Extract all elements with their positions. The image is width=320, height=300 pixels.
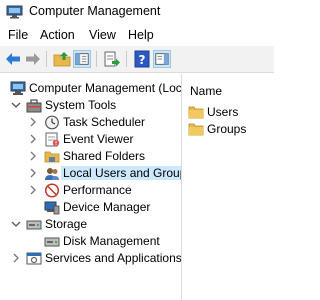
tree-item-storage[interactable]: Storage: [0, 216, 181, 233]
tree-item-label: System Tools: [45, 98, 117, 112]
disk-management-icon: [44, 237, 60, 247]
up-folder-icon[interactable]: [53, 50, 71, 68]
tree-item-computer-management[interactable]: Computer Management (Local: [0, 80, 181, 97]
tree-item-label: Performance: [63, 183, 132, 197]
column-header-name[interactable]: Name: [190, 84, 222, 98]
tree-item-label: Event Viewer: [63, 132, 134, 146]
tree-item-event-viewer[interactable]: ! Event Viewer: [0, 131, 181, 148]
users-icon: [45, 168, 59, 180]
menu-file[interactable]: File: [8, 28, 28, 42]
shared-folder-icon: [44, 151, 60, 163]
tree-item-performance[interactable]: Performance: [0, 182, 181, 199]
tree-item-label: Services and Applications: [45, 251, 182, 265]
window-title: Computer Management: [29, 4, 161, 18]
tree-item-label: Shared Folders: [63, 149, 146, 163]
menu-bar: File Action View Help: [0, 26, 274, 46]
back-icon[interactable]: [4, 50, 22, 68]
toolbar-separator: [126, 51, 127, 67]
list-item-label: Users: [207, 105, 239, 119]
computer-management-icon: [10, 81, 26, 95]
tree-item-label: Local Users and Groups: [61, 166, 181, 180]
list-item-label: Groups: [207, 122, 247, 136]
svg-text:!: !: [55, 141, 57, 147]
toolbar-separator: [96, 51, 97, 67]
tree-item-services-and-applications[interactable]: Services and Applications: [0, 250, 181, 267]
tree-item-local-users-and-groups[interactable]: Local Users and Groups: [0, 165, 181, 182]
tree-item-label: Device Manager: [63, 200, 151, 214]
chevron-right-icon[interactable]: [28, 168, 38, 178]
tree-item-task-scheduler[interactable]: Task Scheduler: [0, 114, 181, 131]
content-pane: Name Users Groups: [182, 74, 274, 300]
folder-icon: [188, 123, 204, 136]
chevron-down-icon[interactable]: [11, 219, 21, 229]
tree-item-device-manager[interactable]: Device Manager: [0, 199, 181, 216]
menu-action[interactable]: Action: [40, 28, 75, 42]
menu-help[interactable]: Help: [128, 28, 154, 42]
export-list-icon[interactable]: [103, 50, 121, 68]
navigation-tree: Computer Management (Local System Tools …: [0, 74, 182, 300]
help-icon[interactable]: ?: [133, 50, 151, 68]
action-pane-icon[interactable]: [153, 50, 171, 68]
tree-item-shared-folders[interactable]: Shared Folders: [0, 148, 181, 165]
storage-icon: [26, 220, 42, 230]
services-icon: [26, 252, 42, 265]
toolbar: ?: [0, 46, 274, 73]
tree-item-disk-management[interactable]: Disk Management: [0, 233, 181, 250]
chevron-right-icon[interactable]: [28, 185, 38, 195]
title-bar: Computer Management: [0, 0, 274, 26]
chevron-right-icon[interactable]: [28, 134, 38, 144]
chevron-right-icon[interactable]: [28, 117, 38, 127]
clock-icon: [45, 115, 59, 130]
tree-item-label: Task Scheduler: [63, 115, 146, 129]
device-manager-icon: [44, 201, 60, 215]
tree-item-label: Computer Management (Local: [29, 81, 182, 95]
chevron-right-icon[interactable]: [11, 253, 21, 263]
toolbar-separator: [46, 51, 47, 67]
folder-icon: [188, 106, 204, 119]
tree-item-system-tools[interactable]: System Tools: [0, 97, 181, 114]
computer-management-icon: [6, 5, 23, 19]
forward-icon[interactable]: [24, 50, 42, 68]
show-hide-tree-icon[interactable]: [73, 50, 91, 68]
tree-item-label: Disk Management: [63, 234, 160, 248]
chevron-right-icon[interactable]: [28, 151, 38, 161]
svg-text:?: ?: [139, 53, 146, 67]
menu-view[interactable]: View: [89, 28, 116, 42]
toolbox-icon: [26, 99, 42, 113]
performance-icon: [44, 183, 60, 198]
event-viewer-icon: !: [45, 132, 60, 147]
tree-item-label: Storage: [45, 217, 88, 231]
chevron-down-icon[interactable]: [11, 100, 21, 110]
